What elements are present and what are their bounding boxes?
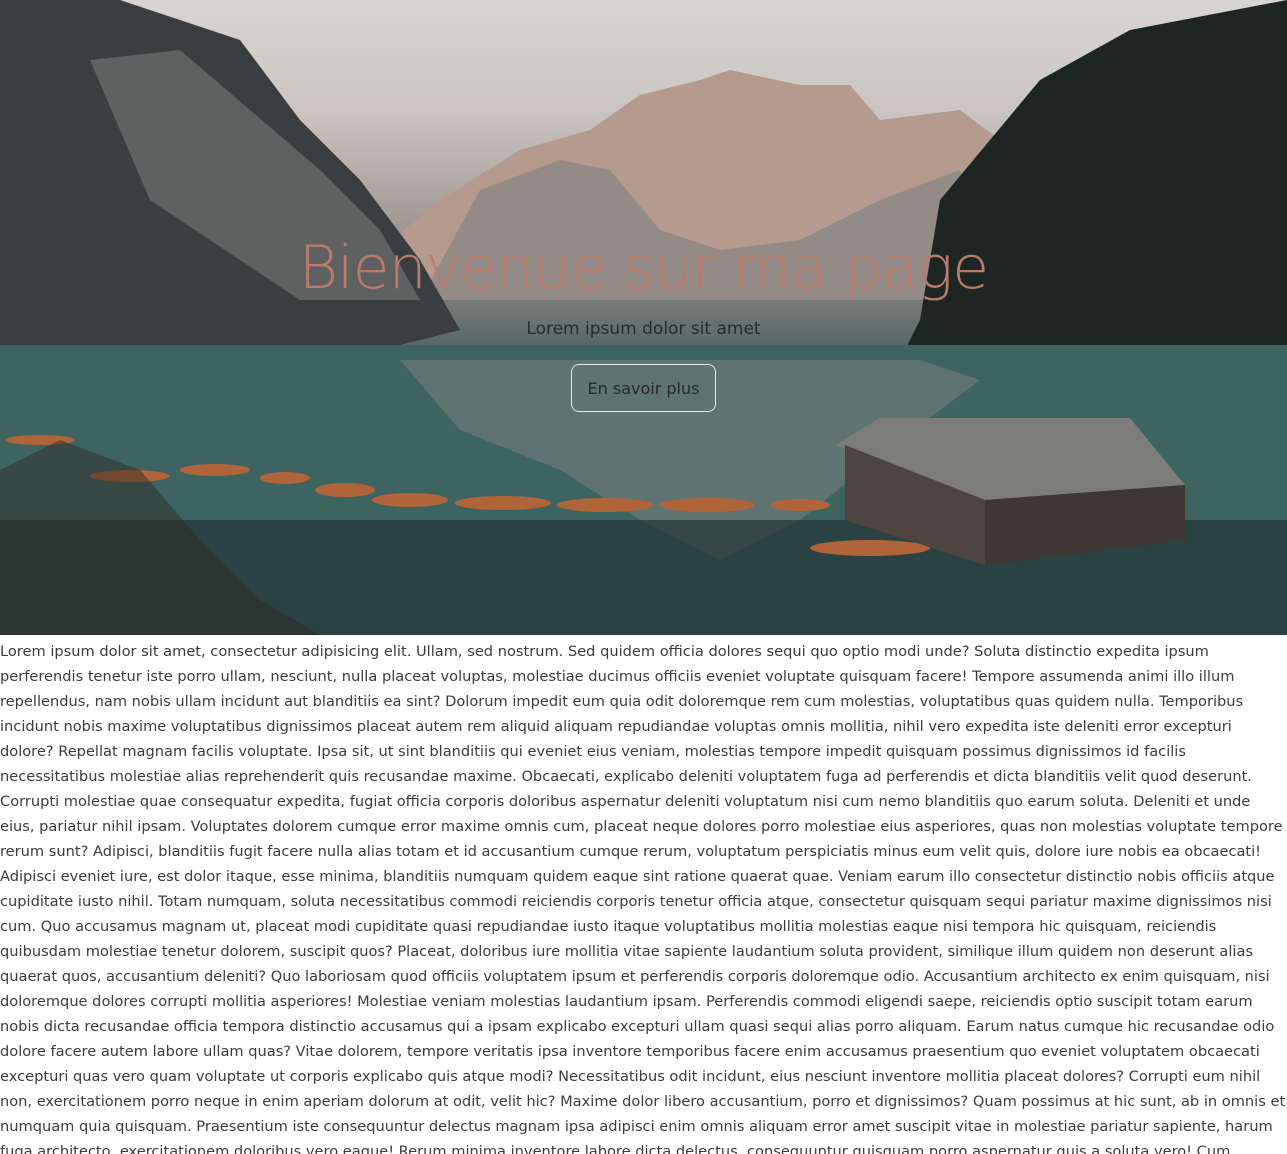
hero-title: Bienvenue sur ma page [298, 233, 989, 303]
body-paragraph: Lorem ipsum dolor sit amet, consectetur … [0, 643, 1286, 1154]
hero-section: Bienvenue sur ma page Lorem ipsum dolor … [0, 0, 1287, 635]
learn-more-button[interactable]: En savoir plus [571, 364, 716, 412]
hero-subtitle: Lorem ipsum dolor sit amet [526, 319, 761, 339]
hero-content: Bienvenue sur ma page Lorem ipsum dolor … [0, 232, 1287, 412]
